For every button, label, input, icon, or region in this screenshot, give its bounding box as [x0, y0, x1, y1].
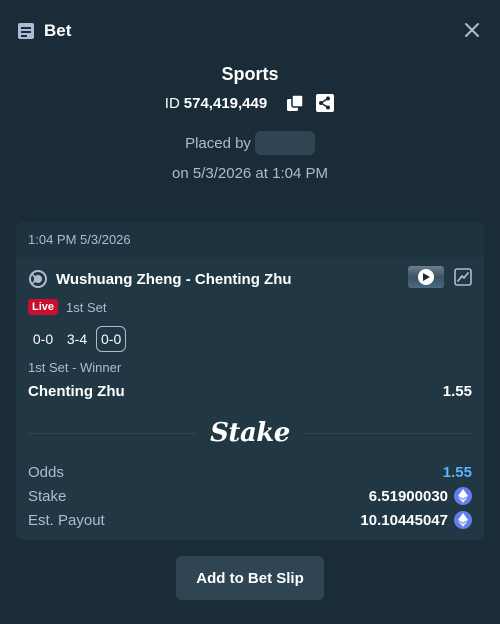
match-period: 1st Set	[66, 299, 107, 315]
placed-date: on 5/3/2026 at 1:04 PM	[172, 165, 328, 182]
placed-by-label: Placed by	[185, 134, 251, 152]
bet-totals: Odds 1.55 Stake 6.51900030 Est. Payout 1…	[28, 460, 472, 532]
close-icon[interactable]	[460, 18, 484, 42]
pick-name: Chenting Zhu	[28, 383, 125, 400]
stake-row: Stake 6.51900030	[28, 484, 472, 508]
payout-label: Est. Payout	[28, 511, 105, 529]
match-name[interactable]: Wushuang Zheng - Chenting Zhu	[56, 271, 292, 288]
bet-id-row: ID 574,419,449	[0, 93, 500, 113]
match-actions	[408, 266, 472, 288]
score-sets: 0-0	[32, 331, 54, 347]
add-to-bet-slip-button[interactable]: Add to Bet Slip	[176, 556, 324, 600]
modal-title: Bet	[44, 21, 72, 40]
match-status: Live 1st Set	[28, 298, 472, 316]
bet-summary: Sports ID 574,419,449 Placed by on 5/3/2…	[0, 64, 500, 182]
score-points: 0-0	[96, 326, 127, 352]
live-stream-thumbnail[interactable]	[408, 266, 444, 288]
score-games: 3-4	[66, 331, 88, 347]
bet-id-label: ID	[164, 94, 180, 112]
bet-card: 1:04 PM 5/3/2026 Wushuang Zheng - Chenti…	[16, 222, 484, 540]
stake-logo: Stake	[210, 418, 290, 448]
match-row[interactable]: Wushuang Zheng - Chenting Zhu	[28, 268, 472, 290]
ticket-icon	[16, 21, 36, 41]
payout-row: Est. Payout 10.10445047	[28, 508, 472, 532]
score-list: 0-0 3-4 0-0	[28, 326, 472, 352]
market-name: 1st Set - Winner	[28, 360, 122, 375]
bet-id-value: 574,419,449	[183, 94, 268, 112]
ethereum-icon	[454, 487, 472, 505]
odds-value: 1.55	[442, 463, 472, 481]
ethereum-icon	[454, 511, 472, 529]
odds-row: Odds 1.55	[28, 460, 472, 484]
share-icon[interactable]	[315, 93, 335, 113]
divider-line	[28, 432, 197, 434]
live-badge: Live	[28, 299, 59, 315]
hidden-username[interactable]	[254, 131, 315, 155]
pick-odds: 1.55	[442, 383, 472, 400]
divider-line	[303, 432, 473, 434]
card-body: Wushuang Zheng - Chenting Zhu Live 1st S…	[16, 258, 484, 540]
payout-value-group: 10.10445047	[360, 511, 472, 529]
sport-title: Sports	[221, 64, 279, 84]
stake-label: Stake	[28, 487, 67, 505]
stats-chart-icon[interactable]	[454, 268, 472, 286]
card-timestamp: 1:04 PM 5/3/2026	[16, 222, 484, 258]
tennis-ball-icon	[28, 269, 48, 289]
odds-label: Odds	[28, 463, 64, 481]
brand-divider: Stake	[28, 416, 473, 450]
play-icon	[418, 269, 434, 285]
copy-icon[interactable]	[285, 93, 305, 113]
payout-value: 10.10445047	[360, 511, 448, 529]
stake-value: 6.51900030	[368, 487, 448, 505]
placed-by-row: Placed by	[0, 131, 500, 155]
pick-row: Chenting Zhu 1.55	[28, 383, 472, 400]
stake-value-group: 6.51900030	[369, 487, 472, 505]
bet-modal: Bet Sports ID 574,419,449 Placed by on 5…	[0, 0, 500, 624]
modal-header: Bet	[16, 18, 484, 44]
